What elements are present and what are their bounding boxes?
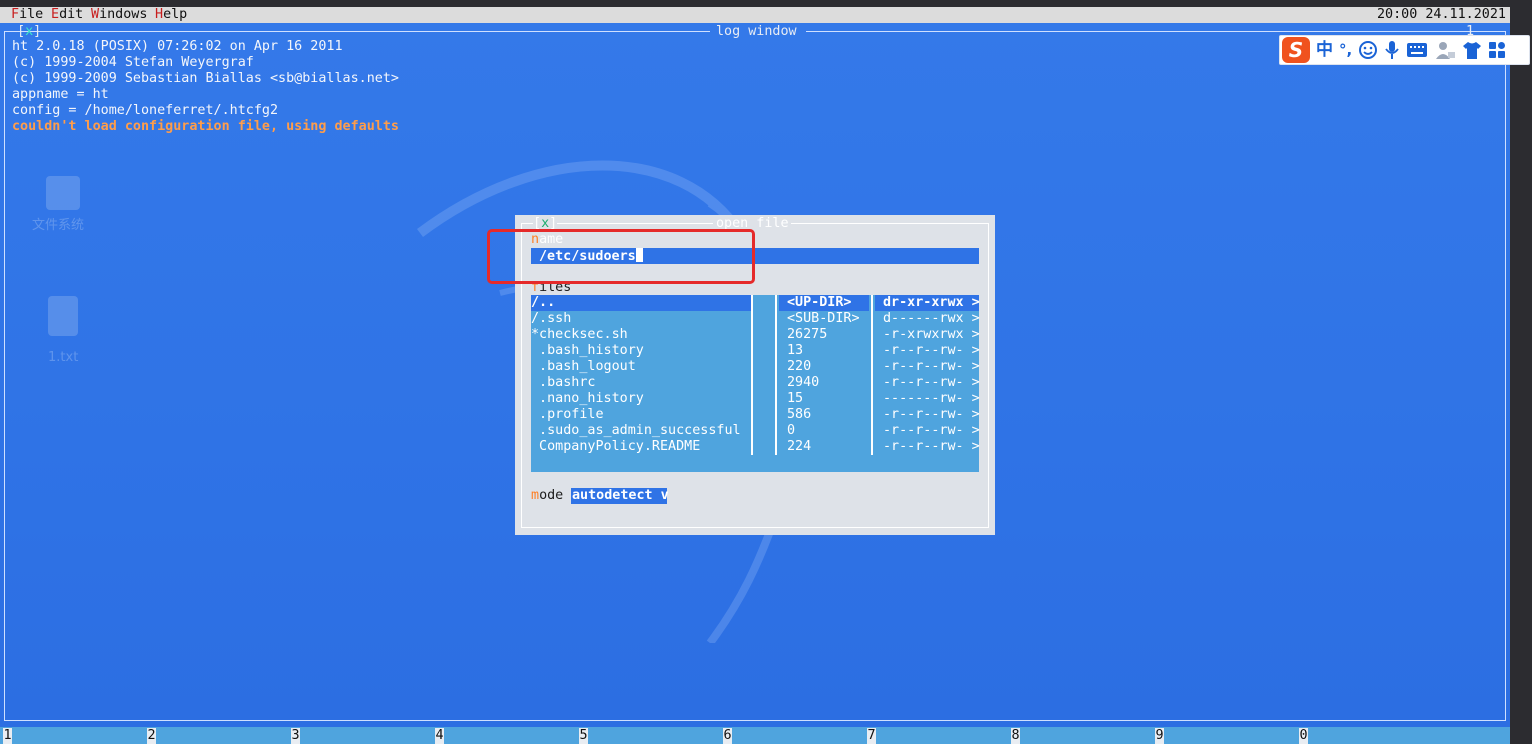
mode-label-text: ode xyxy=(539,488,564,503)
shirt-icon[interactable] xyxy=(1462,40,1482,60)
file-name: .bashrc xyxy=(531,375,596,390)
window-slot-9[interactable]: 9 xyxy=(1155,728,1164,744)
file-size: 586 xyxy=(787,407,812,422)
file-size: 26275 xyxy=(787,327,828,342)
file-permissions: -r--r--rw- > xyxy=(883,439,980,454)
file-row[interactable]: *checksec.sh 26275 -r-xrwxrwx > xyxy=(531,327,980,343)
file-permissions: -------rw- > xyxy=(883,391,980,406)
menu-file[interactable]: File xyxy=(11,7,43,23)
file-permissions: -r-xrwxrwx > xyxy=(883,327,980,342)
file-row[interactable]: .bash_history 13 -r--r--rw- > xyxy=(531,343,980,359)
mode-dropdown[interactable]: autodetect v xyxy=(571,488,669,504)
file-permissions: -r--r--rw- > xyxy=(883,423,980,438)
file-row[interactable]: .bashrc 2940 -r--r--rw- > xyxy=(531,375,980,391)
file-permissions: -r--r--rw- > xyxy=(883,343,980,358)
file-size: 2940 xyxy=(787,375,820,390)
file-permissions: dr-xr-xrwx > xyxy=(883,295,980,310)
menu-windows-hotkey: W xyxy=(91,7,100,22)
keyboard-icon[interactable] xyxy=(1406,42,1428,58)
log-line: config = /home/loneferret/.htcfg2 xyxy=(12,103,279,118)
menu-help[interactable]: Help xyxy=(155,7,187,23)
file-row[interactable]: .nano_history 15 -------rw- > xyxy=(531,391,980,407)
log-line: (c) 1999-2004 Stefan Weyergraf xyxy=(12,55,254,70)
file-row[interactable]: CompanyPolicy.README 224 -r--r--rw- > xyxy=(531,439,980,455)
window-slot-6[interactable]: 6 xyxy=(723,728,732,744)
file-size: 13 xyxy=(787,343,804,358)
window-slot-2[interactable]: 2 xyxy=(147,728,156,744)
log-error-line: couldn't load configuration file, using … xyxy=(12,119,399,134)
microphone-icon[interactable] xyxy=(1384,40,1400,60)
file-permissions: -r--r--rw- > xyxy=(883,407,980,422)
ime-toolbar: S 中 °, xyxy=(1279,35,1530,65)
file-permissions: d------rwx > xyxy=(883,311,980,326)
menu-help-hotkey: H xyxy=(155,7,164,22)
window-top-edge xyxy=(0,0,1532,7)
file-size: 220 xyxy=(787,359,812,374)
file-size: 224 xyxy=(787,439,812,454)
window-slot-0[interactable]: 0 xyxy=(1299,728,1308,744)
file-row[interactable]: .sudo_as_admin_successful 0 -r--r--rw- > xyxy=(531,423,980,439)
ime-punctuation-toggle[interactable]: °, xyxy=(1339,42,1352,58)
log-line: appname = ht xyxy=(12,87,109,102)
log-window-top-border-right xyxy=(806,31,1506,32)
window-slot-4[interactable]: 4 xyxy=(435,728,444,744)
file-permissions: -r--r--rw- > xyxy=(883,359,980,374)
close-icon: x xyxy=(25,24,34,39)
log-window-close-button[interactable]: [x] xyxy=(17,24,41,40)
window-slot-1[interactable]: 1 xyxy=(3,728,12,744)
file-name: .profile xyxy=(531,407,604,422)
menu-bar: File Edit Windows Help 20:00 24.11.2021 xyxy=(0,7,1510,23)
menu-help-label: elp xyxy=(163,7,188,22)
menu-file-hotkey: F xyxy=(11,7,20,22)
ime-language-toggle[interactable]: 中 xyxy=(1316,42,1333,59)
window-slot-7[interactable]: 7 xyxy=(867,728,876,744)
file-name: /.ssh xyxy=(531,311,572,326)
mode-label-hotkey: m xyxy=(531,488,540,503)
log-window-top-border-left xyxy=(4,31,710,32)
mode-label: mode xyxy=(531,488,563,504)
file-size: 0 xyxy=(787,423,796,438)
menu-edit-hotkey: E xyxy=(51,7,60,22)
file-size: <SUB-DIR> xyxy=(787,311,860,326)
file-row[interactable]: .profile 586 -r--r--rw- > xyxy=(531,407,980,423)
menu-file-label: ile xyxy=(19,7,44,22)
log-line: ht 2.0.18 (POSIX) 07:26:02 on Apr 16 201… xyxy=(12,39,343,54)
log-window-title: log window xyxy=(716,24,797,39)
user-icon[interactable] xyxy=(1434,40,1456,60)
file-name: .nano_history xyxy=(531,391,644,406)
emoji-icon[interactable] xyxy=(1358,40,1378,60)
window-slot-bar: 1 2 3 4 5 6 7 8 9 0 xyxy=(0,727,1510,744)
window-slot-5[interactable]: 5 xyxy=(579,728,588,744)
file-name: *checksec.sh xyxy=(531,327,628,342)
clock: 20:00 24.11.2021 xyxy=(1377,7,1506,22)
menu-windows-label: indows xyxy=(99,7,148,22)
file-name: .bash_history xyxy=(531,343,644,358)
file-row[interactable]: /.ssh <SUB-DIR> d------rwx > xyxy=(531,311,980,327)
window-slot-3[interactable]: 3 xyxy=(291,728,300,744)
menu-edit-label: dit xyxy=(59,7,84,22)
grid-icon[interactable] xyxy=(1488,41,1506,59)
file-row[interactable]: .bash_logout 220 -r--r--rw- > xyxy=(531,359,980,375)
dialog-top-border-right xyxy=(791,223,989,224)
file-name: CompanyPolicy.README xyxy=(531,439,701,454)
highlight-annotation xyxy=(487,229,755,284)
file-name: /.. xyxy=(531,295,556,310)
file-size: 15 xyxy=(787,391,804,406)
dialog-top-border-middle xyxy=(557,223,713,224)
file-name: .sudo_as_admin_successful xyxy=(531,423,741,438)
file-row-selected[interactable]: /.. <UP-DIR> dr-xr-xrwx > xyxy=(531,295,980,311)
dialog-top-border-left xyxy=(521,223,533,224)
file-size: <UP-DIR> xyxy=(787,295,852,310)
window-right-edge xyxy=(1510,0,1532,744)
window-slot-8[interactable]: 8 xyxy=(1011,728,1020,744)
log-line: (c) 1999-2009 Sebastian Biallas <sb@bial… xyxy=(12,71,399,86)
file-name: .bash_logout xyxy=(531,359,636,374)
menu-windows[interactable]: Windows xyxy=(91,7,147,23)
sogou-logo-icon[interactable]: S xyxy=(1282,37,1310,63)
menu-edit[interactable]: Edit xyxy=(51,7,83,23)
file-permissions: -r--r--rw- > xyxy=(883,375,980,390)
file-list[interactable]: /.. <UP-DIR> dr-xr-xrwx > /.ssh <SUB-DIR> d-… xyxy=(531,295,980,472)
